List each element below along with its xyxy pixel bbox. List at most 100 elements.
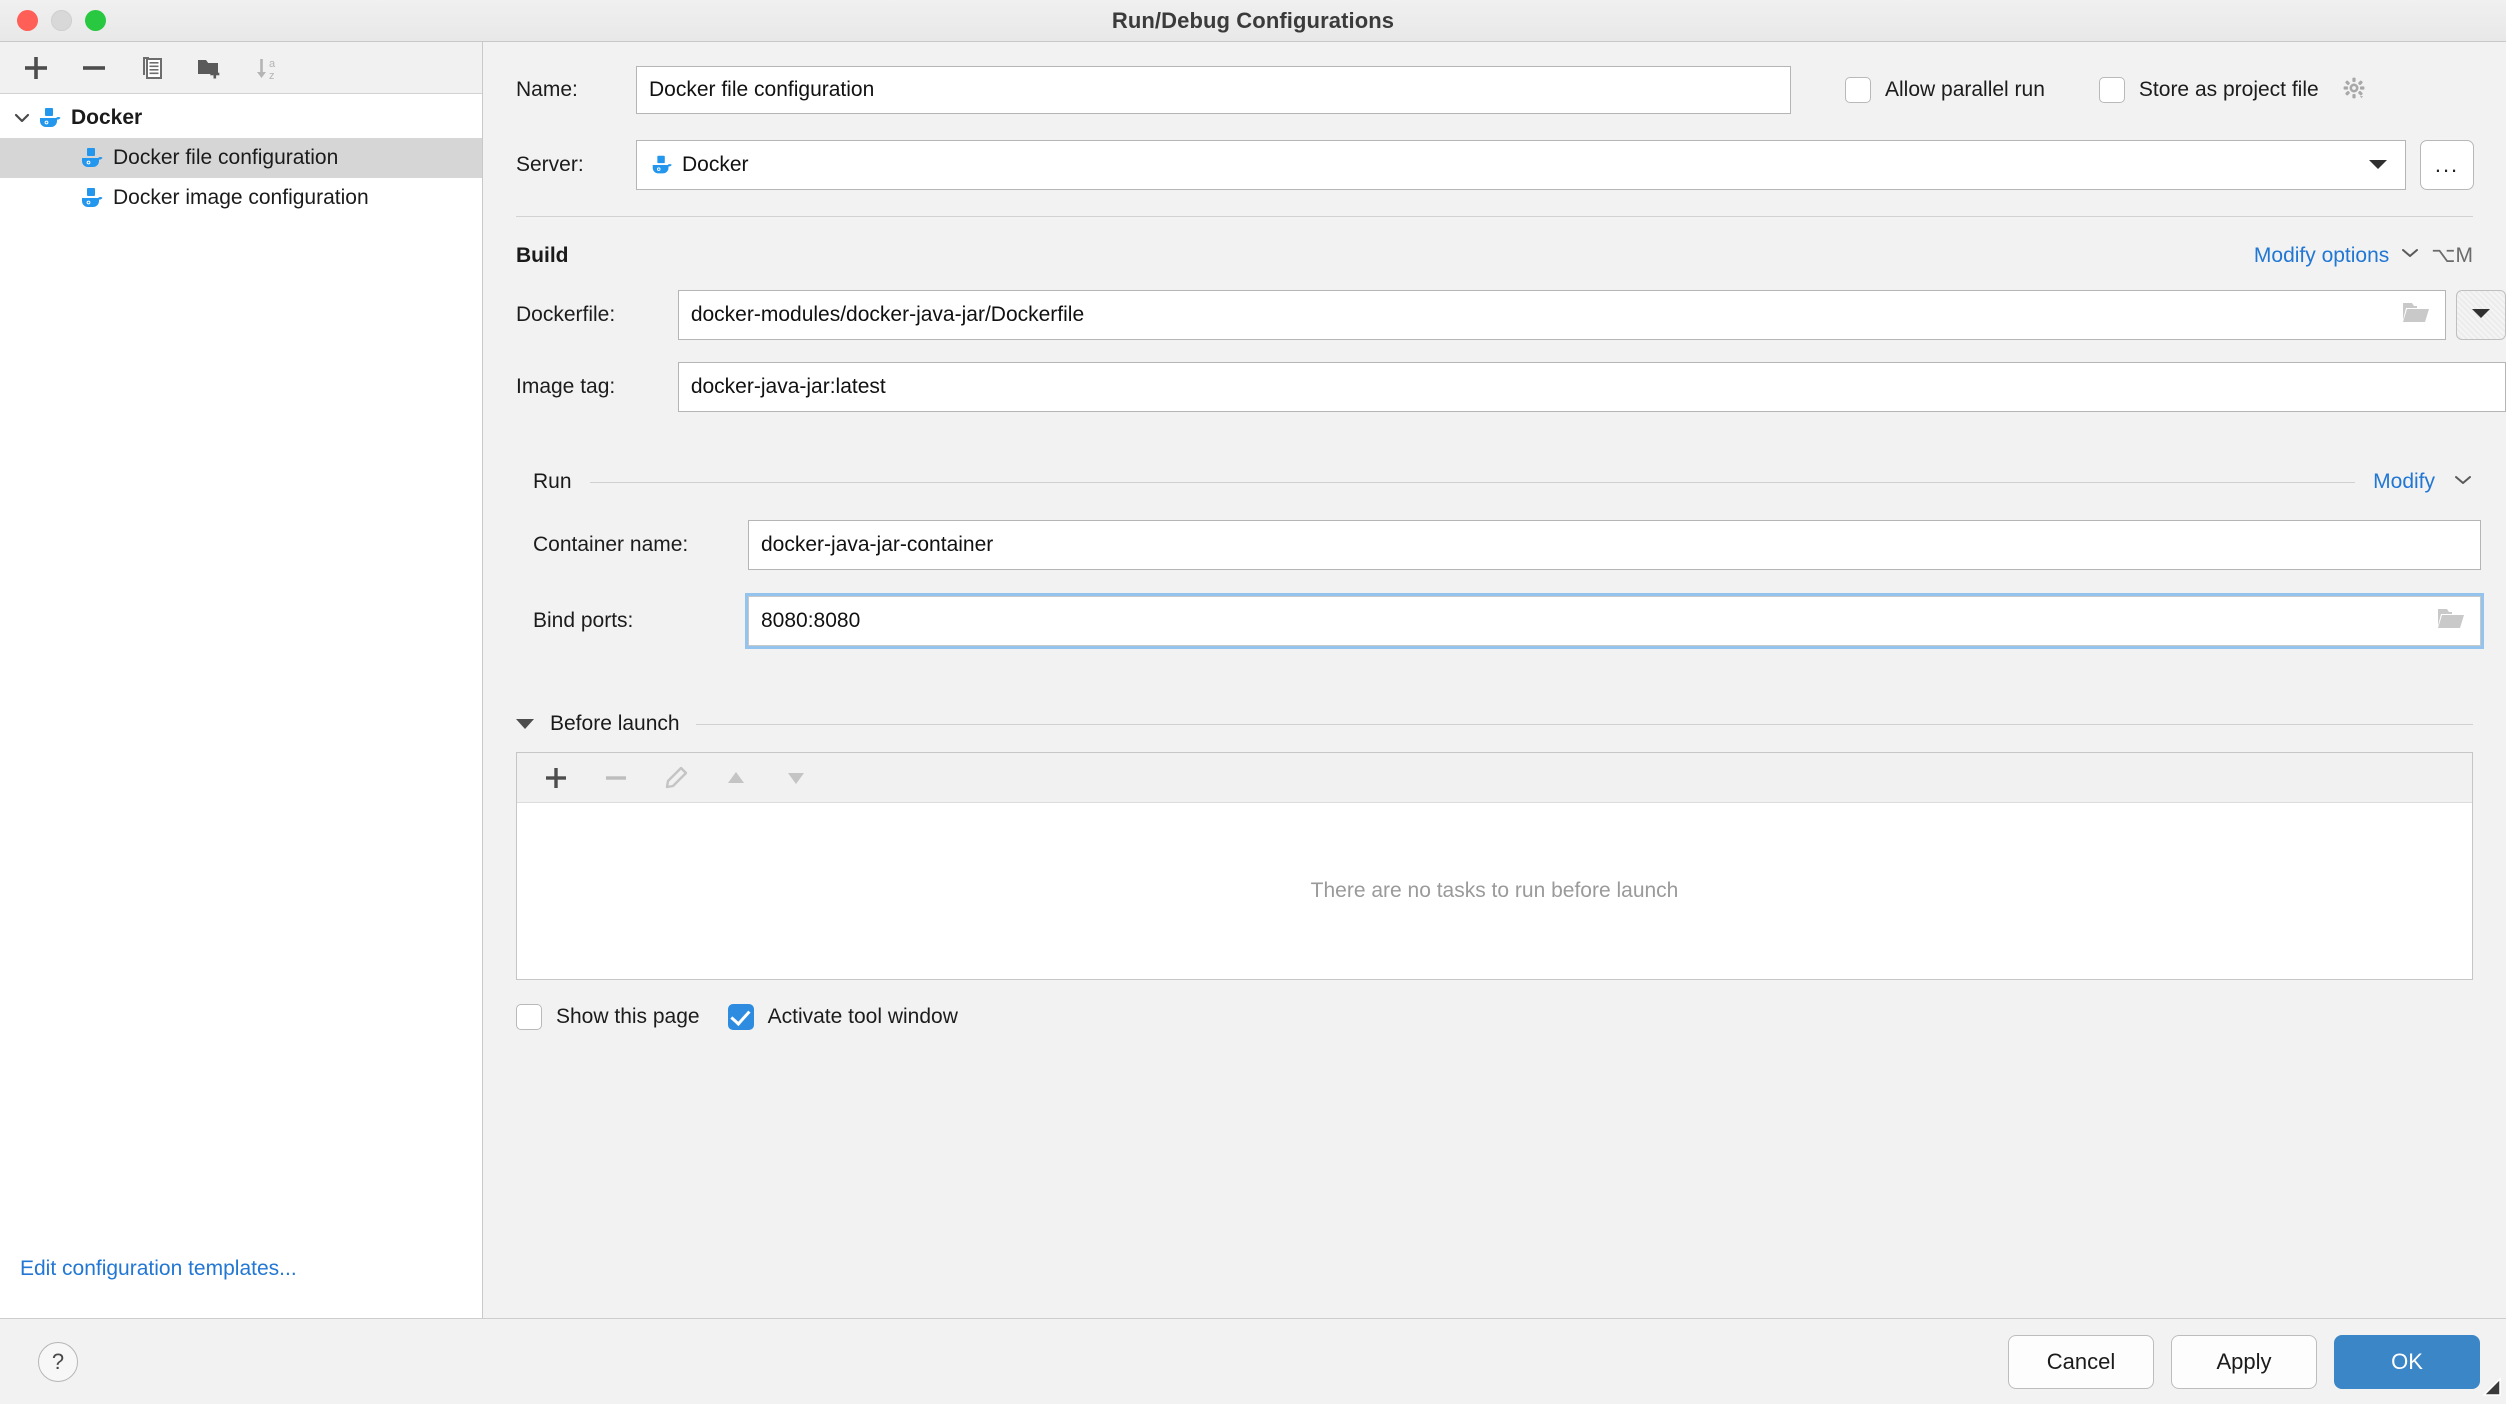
chevron-down-icon[interactable] <box>8 108 36 128</box>
triangle-down-icon <box>788 772 804 784</box>
configuration-form: Name: Docker file configuration Allow pa… <box>483 42 2506 1318</box>
run-section-header: Run Modify <box>533 470 2473 494</box>
tasks-empty-message: There are no tasks to run before launch <box>1310 879 1679 902</box>
cancel-button[interactable]: Cancel <box>2008 1334 2154 1389</box>
checkbox-box[interactable] <box>727 1004 754 1030</box>
server-value: Docker <box>682 153 749 176</box>
container-name-row: Container name: docker-java-jar-containe… <box>533 520 2506 570</box>
chevron-down-icon[interactable] <box>2367 153 2389 177</box>
modify-options-control[interactable]: Modify options ⌥M <box>2254 243 2473 268</box>
tree-node-label: Docker image configuration <box>113 186 369 209</box>
bind-ports-row: Bind ports: 8080:8080 <box>533 593 2506 649</box>
configurations-tree: Docker Docker file configuration Docker … <box>0 94 482 1220</box>
browse-folder-icon[interactable] <box>2401 299 2431 331</box>
allow-parallel-run-checkbox[interactable]: Allow parallel run <box>1845 77 2045 103</box>
remove-task-button[interactable] <box>591 756 641 800</box>
remove-configuration-button[interactable] <box>68 45 120 91</box>
plus-icon <box>25 56 47 79</box>
dockerfile-input[interactable]: docker-modules/docker-java-jar/Dockerfil… <box>691 303 1084 327</box>
title-bar: Run/Debug Configurations <box>0 0 2506 42</box>
container-name-input[interactable]: docker-java-jar-container <box>748 520 2481 570</box>
server-label: Server: <box>516 153 584 176</box>
sidebar-toolbar: a z <box>0 42 482 94</box>
dockerfile-label: Dockerfile: <box>516 303 616 326</box>
dialog-footer: ? Cancel Apply OK <box>0 1318 2506 1404</box>
run-debug-configurations-dialog: Run/Debug Configurations a z Docker Dock… <box>0 0 2506 1404</box>
bind-ports-input-wrapper[interactable]: 8080:8080 <box>745 593 2484 649</box>
move-task-down-button[interactable] <box>771 756 821 800</box>
tree-node-docker-image-configuration[interactable]: Docker image configuration <box>0 178 482 218</box>
before-launch-divider <box>695 723 2473 725</box>
gear-icon[interactable] <box>2341 75 2367 106</box>
store-as-project-file-label: Store as project file <box>2138 78 2319 101</box>
name-label: Name: <box>516 78 578 101</box>
bind-ports-label: Bind ports: <box>533 609 634 632</box>
tasks-toolbar <box>517 753 2472 803</box>
dialog-action-buttons: Cancel Apply OK <box>2008 1334 2480 1389</box>
new-folder-button[interactable] <box>184 45 236 91</box>
pencil-icon <box>665 766 688 788</box>
dockerfile-row: Dockerfile: docker-modules/docker-java-j… <box>516 290 2506 340</box>
server-dropdown[interactable]: Docker <box>636 140 2406 190</box>
checkbox-box[interactable] <box>1845 77 1871 103</box>
show-this-page-checkbox[interactable]: Show this page <box>516 1004 700 1030</box>
tree-node-docker-file-configuration[interactable]: Docker file configuration <box>0 138 482 178</box>
add-configuration-button[interactable] <box>10 45 62 91</box>
bind-ports-input[interactable]: 8080:8080 <box>761 609 860 633</box>
dockerfile-input-wrapper[interactable]: docker-modules/docker-java-jar/Dockerfil… <box>677 290 2447 340</box>
folder-add-icon <box>198 59 220 78</box>
before-launch-title: Before launch <box>550 712 680 735</box>
build-section-header: Build Modify options ⌥M <box>516 243 2473 268</box>
chevron-down-icon[interactable] <box>2453 473 2473 492</box>
before-launch-header[interactable]: Before launch <box>516 712 2473 736</box>
server-browse-button[interactable]: ... <box>2420 140 2474 190</box>
server-row: Server: Docker ... <box>516 140 2506 190</box>
tree-node-label: Docker <box>71 106 143 129</box>
dockerfile-history-dropdown[interactable] <box>2456 290 2506 340</box>
chevron-down-icon[interactable] <box>2400 246 2420 265</box>
copy-icon <box>143 56 162 79</box>
browse-folder-icon[interactable] <box>2436 605 2466 637</box>
docker-icon <box>78 184 106 212</box>
allow-parallel-run-label: Allow parallel run <box>1885 78 2045 101</box>
modify-options-link[interactable]: Modify options <box>2254 244 2389 268</box>
checkbox-box[interactable] <box>2098 77 2125 103</box>
image-tag-row: Image tag: docker-java-jar:latest <box>516 362 2506 412</box>
svg-text:z: z <box>269 70 275 82</box>
image-tag-label: Image tag: <box>516 375 616 398</box>
name-input[interactable]: Docker file configuration <box>636 66 1791 114</box>
store-as-project-file-checkbox[interactable]: Store as project file <box>2098 75 2367 106</box>
plus-icon <box>546 767 566 788</box>
image-tag-input[interactable]: docker-java-jar:latest <box>677 362 2506 412</box>
resize-grip-icon[interactable] <box>2480 1375 2502 1402</box>
sort-configurations-button[interactable]: a z <box>242 45 294 91</box>
chevron-down-icon <box>2470 306 2492 325</box>
tree-node-docker-root[interactable]: Docker <box>0 98 482 138</box>
edit-configuration-templates-link[interactable]: Edit configuration templates... <box>20 1257 297 1281</box>
checkbox-box[interactable] <box>516 1004 542 1030</box>
build-section-title: Build <box>516 243 569 267</box>
configurations-sidebar: a z Docker Docker file configuration Doc… <box>0 42 483 1318</box>
move-task-up-button[interactable] <box>711 756 761 800</box>
add-task-button[interactable] <box>531 756 581 800</box>
run-section-divider <box>589 481 2356 483</box>
svg-text:a: a <box>269 58 276 70</box>
docker-icon <box>36 104 64 132</box>
build-separator <box>516 216 2473 217</box>
container-name-label: Container name: <box>533 533 689 556</box>
run-modify-link[interactable]: Modify <box>2373 470 2435 494</box>
name-row: Name: Docker file configuration Allow pa… <box>516 42 2506 114</box>
sidebar-footer: Edit configuration templates... <box>0 1220 482 1318</box>
dialog-body: a z Docker Docker file configuration Doc… <box>0 42 2506 1318</box>
apply-button[interactable]: Apply <box>2171 1334 2317 1389</box>
edit-task-button[interactable] <box>651 756 701 800</box>
copy-configuration-button[interactable] <box>126 45 178 91</box>
modify-options-shortcut: ⌥M <box>2431 244 2473 267</box>
triangle-down-icon[interactable] <box>516 719 534 729</box>
sort-az-icon: a z <box>257 58 276 82</box>
activate-tool-window-label: Activate tool window <box>767 1005 958 1028</box>
help-button[interactable]: ? <box>38 1341 78 1382</box>
triangle-up-icon <box>728 771 744 783</box>
ok-button[interactable]: OK <box>2334 1334 2480 1389</box>
activate-tool-window-checkbox[interactable]: Activate tool window <box>727 1004 958 1030</box>
